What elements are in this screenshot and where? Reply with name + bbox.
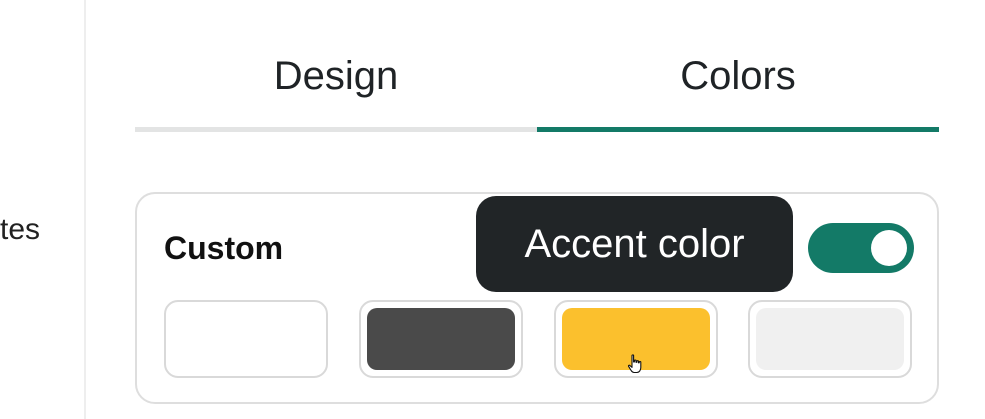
tab-bar: Design Colors bbox=[135, 40, 939, 132]
swatch-dark-gray[interactable] bbox=[359, 300, 523, 378]
custom-title: Custom bbox=[164, 230, 284, 266]
tab-colors-label: Colors bbox=[680, 54, 796, 98]
tab-colors-underline bbox=[537, 127, 939, 132]
hand-pointer-icon bbox=[627, 354, 642, 374]
swatch-white-fill bbox=[172, 308, 320, 370]
colors-settings-page: tes Design Colors Custom Accent color bbox=[0, 0, 985, 419]
tab-design[interactable]: Design bbox=[135, 40, 537, 132]
custom-toggle[interactable] bbox=[808, 223, 914, 273]
swatch-white[interactable] bbox=[164, 300, 328, 378]
swatch-dark-gray-fill bbox=[367, 308, 515, 370]
toggle-knob bbox=[871, 230, 907, 266]
tab-design-label: Design bbox=[273, 54, 399, 98]
tab-colors[interactable]: Colors bbox=[537, 40, 939, 132]
swatch-light-gray[interactable] bbox=[748, 300, 912, 378]
sidebar-item-label[interactable]: tes bbox=[0, 212, 40, 248]
accent-color-tooltip: Accent color bbox=[476, 196, 793, 292]
sidebar: tes bbox=[0, 0, 86, 419]
tab-design-underline bbox=[135, 127, 537, 132]
swatch-light-gray-fill bbox=[756, 308, 904, 370]
